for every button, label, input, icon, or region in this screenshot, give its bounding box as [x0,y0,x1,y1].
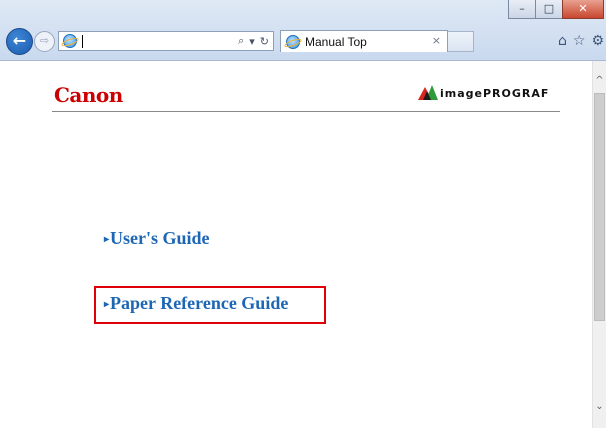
favorites-star-icon[interactable]: ☆ [573,33,586,49]
paper-reference-guide-link[interactable]: ▸Paper Reference Guide [104,293,288,314]
address-bar-tools: ⌕ ▾ ↻ [238,32,269,50]
browser-title-bar: – □ ✕ ← ⇨ ⌕ ▾ ↻ Manual Top × ⌂ ☆ ⚙ [0,0,606,61]
ie-page-icon [63,34,77,48]
back-button[interactable]: ← [6,28,33,55]
brand-name: imagePROGRAF [440,86,550,100]
search-icon[interactable]: ⌕ [238,34,244,48]
vertical-scrollbar[interactable]: ^ ⌄ [592,61,606,428]
imageprograf-brand: imagePROGRAF [418,85,549,101]
text-caret [82,35,83,48]
maximize-button[interactable]: □ [535,0,563,19]
tab-title: Manual Top [305,35,367,49]
forward-button[interactable]: ⇨ [34,31,55,52]
refresh-icon[interactable]: ↻ [260,35,269,48]
browser-window: – □ ✕ ← ⇨ ⌕ ▾ ↻ Manual Top × ⌂ ☆ ⚙ Canon… [0,0,606,428]
paper-reference-guide-label: Paper Reference Guide [110,293,289,313]
gear-icon[interactable]: ⚙ [591,33,604,49]
arrow-right-icon: ▸ [104,299,110,310]
close-window-button[interactable]: ✕ [562,0,604,19]
users-guide-link[interactable]: ▸User's Guide [104,228,210,249]
header-divider [52,111,560,112]
minimize-button[interactable]: – [508,0,536,19]
users-guide-label: User's Guide [110,228,210,248]
close-tab-icon[interactable]: × [432,34,441,47]
scrollbar-thumb[interactable] [594,93,605,321]
chevron-down-icon[interactable]: ▾ [249,35,255,48]
imageprograf-logo-icon [418,85,438,101]
tab-manual-top[interactable]: Manual Top × [280,30,448,52]
window-controls: – □ ✕ [508,0,604,20]
scroll-up-icon[interactable]: ^ [593,73,606,89]
new-tab-button[interactable] [448,31,474,52]
arrow-right-icon: ▸ [104,234,110,245]
page-content: Canon imagePROGRAF ▸User's Guide ▸Paper … [0,61,592,428]
home-icon[interactable]: ⌂ [558,33,567,49]
scroll-down-icon[interactable]: ⌄ [593,399,606,415]
ie-tab-icon [286,35,300,49]
canon-logo: Canon [54,83,123,107]
address-bar[interactable]: ⌕ ▾ ↻ [58,31,274,51]
browser-toolbar: ⌂ ☆ ⚙ [558,33,604,49]
